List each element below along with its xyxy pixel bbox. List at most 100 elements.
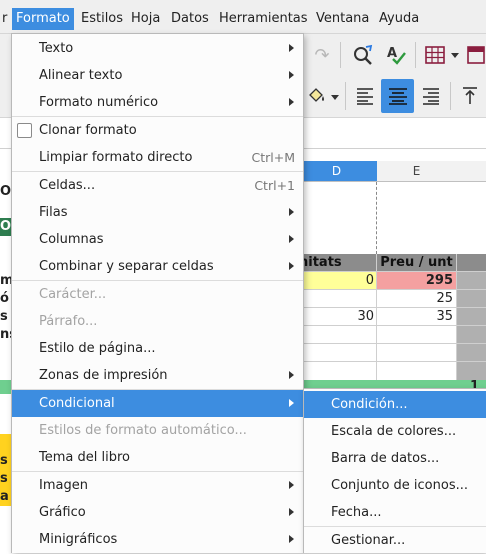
menu-item-texto[interactable]: Texto [12,35,303,62]
column-header-d[interactable]: D [296,161,377,182]
submenu-item-gestionar[interactable]: Gestionar... [304,527,486,554]
submenu-item-escala-colores[interactable]: Escala de colores... [304,418,486,445]
cell-e-row1[interactable]: 295 [377,272,456,290]
submenu-item-barra-datos[interactable]: Barra de datos... [304,445,486,472]
align-left-icon[interactable] [352,82,378,110]
submenu-arrow-icon [289,535,294,543]
grid-line [296,343,486,344]
cell-e-row3[interactable]: 35 [377,308,456,326]
menu-item-estilo-pagina[interactable]: Estilo de página... [12,335,303,362]
cell-d-row1[interactable]: 0 [296,272,377,290]
menu-item-label: Condición... [331,397,408,412]
menu-herramientas[interactable]: Herramientas [215,8,312,30]
shortcut-label: Ctrl+1 [254,178,295,193]
toolbar-separator [415,42,416,68]
menu-item-label: Gráfico [39,505,86,520]
menu-formato[interactable]: Formato [12,8,74,30]
cell-header-unitats[interactable]: nitats [296,254,377,271]
align-right-icon[interactable] [418,82,444,110]
toolbar-separator [340,42,341,68]
menu-item-label: Párrafo... [39,314,98,329]
menu-item-caracter: Carácter... [12,281,303,308]
menu-item-estilos-automaticos: Estilos de formato automático... [12,417,303,444]
cell-f-row1 [456,272,486,290]
menu-item-minigraficos[interactable]: Minigráficos [12,526,303,553]
menu-ayuda[interactable]: Ayuda [375,8,423,30]
menu-item-celdas[interactable]: Celdas... Ctrl+1 [12,172,303,199]
menu-item-limpiar-formato[interactable]: Limpiar formato directo Ctrl+M [12,144,303,171]
table-grid-icon[interactable] [423,42,447,68]
checkbox-icon [17,123,32,138]
toolbar-separator [450,82,451,110]
redo-icon[interactable]: ↷ [307,44,337,66]
grid-line [296,325,486,326]
submenu-arrow-icon [289,44,294,52]
menu-item-condicional[interactable]: Condicional [12,390,303,417]
cell-header-extra [456,254,486,271]
format-menu: Texto Alinear texto Formato numérico Clo… [11,33,304,553]
submenu-arrow-icon [289,98,294,106]
column-header-e[interactable]: E [377,161,456,182]
menu-item-zonas-impresion[interactable]: Zonas de impresión [12,362,303,389]
align-top-icon[interactable] [458,82,482,110]
menu-item-label: Tema del libro [39,450,130,465]
align-center-icon[interactable] [381,79,414,113]
menu-item-tema-libro[interactable]: Tema del libro [12,444,303,471]
menu-item-imagen[interactable]: Imagen [12,472,303,499]
menu-item-alinear-texto[interactable]: Alinear texto [12,62,303,89]
pivot-table-icon[interactable] [466,42,486,68]
menu-item-label: Minigráficos [39,532,118,547]
menu-herramientas-partial[interactable]: r [0,8,11,30]
menu-item-filas[interactable]: Filas [12,199,303,226]
paint-bucket-icon[interactable] [303,82,329,110]
menu-item-parrafo: Párrafo... [12,308,303,335]
menu-item-formato-numerico[interactable]: Formato numérico [12,89,303,116]
submenu-item-fecha[interactable]: Fecha... [304,499,486,526]
shortcut-label: Ctrl+M [251,150,296,165]
spellcheck-icon[interactable]: A [383,42,409,68]
menu-item-label: Condicional [39,396,115,411]
submenu-arrow-icon [289,481,294,489]
grid-line [456,254,457,380]
menu-ventana[interactable]: Ventana [312,8,373,30]
menu-item-label: Limpiar formato directo [39,150,193,165]
menu-datos[interactable]: Datos [167,8,213,30]
menu-item-label: Imagen [39,478,88,493]
menu-item-combinar-celdas[interactable]: Combinar y separar celdas [12,253,303,280]
menu-item-label: Conjunto de iconos... [331,478,469,493]
menu-item-label: Gestionar... [331,533,406,548]
submenu-arrow-icon [289,208,294,216]
submenu-item-condicion[interactable]: Condición... [304,391,486,418]
menu-hoja[interactable]: Hoja [127,8,164,30]
menu-item-grafico[interactable]: Gráfico [12,499,303,526]
chevron-down-icon[interactable] [329,92,341,104]
menu-item-label: Carácter... [39,287,107,302]
chevron-down-icon[interactable] [449,50,461,62]
menubar: r Formato Estilos Hoja Datos Herramienta… [0,0,486,34]
cell-header-preu[interactable]: Preu / unt [377,254,456,271]
submenu-arrow-icon [289,371,294,379]
menu-item-label: Escala de colores... [331,424,457,439]
cell-f-row3 [456,308,486,326]
menu-item-label: Columnas [39,232,104,247]
find-replace-icon[interactable] [350,42,376,68]
menu-item-label: Celdas... [39,178,96,193]
menu-item-label: Alinear texto [39,68,123,83]
menu-item-label: Estilos de formato automático... [39,423,247,438]
submenu-arrow-icon [289,71,294,79]
cell-d-row3[interactable]: 30 [296,308,377,326]
menu-item-label: Combinar y separar celdas [39,259,214,274]
cell-f-rows [456,326,486,380]
cell-e-row2[interactable]: 25 [377,290,456,308]
submenu-item-conjunto-iconos[interactable]: Conjunto de iconos... [304,472,486,499]
cell-f-row2 [456,290,486,308]
menu-item-label: Estilo de página... [39,341,156,356]
menu-item-label: Zonas de impresión [39,368,168,383]
submenu-arrow-icon [289,399,294,407]
menu-item-columnas[interactable]: Columnas [12,226,303,253]
cell-d-row2[interactable] [296,290,377,308]
menu-estilos[interactable]: Estilos [77,8,127,30]
column-header-f[interactable] [456,161,486,182]
menu-item-clonar-formato[interactable]: Clonar formato [12,117,303,144]
svg-text:A: A [387,46,397,61]
